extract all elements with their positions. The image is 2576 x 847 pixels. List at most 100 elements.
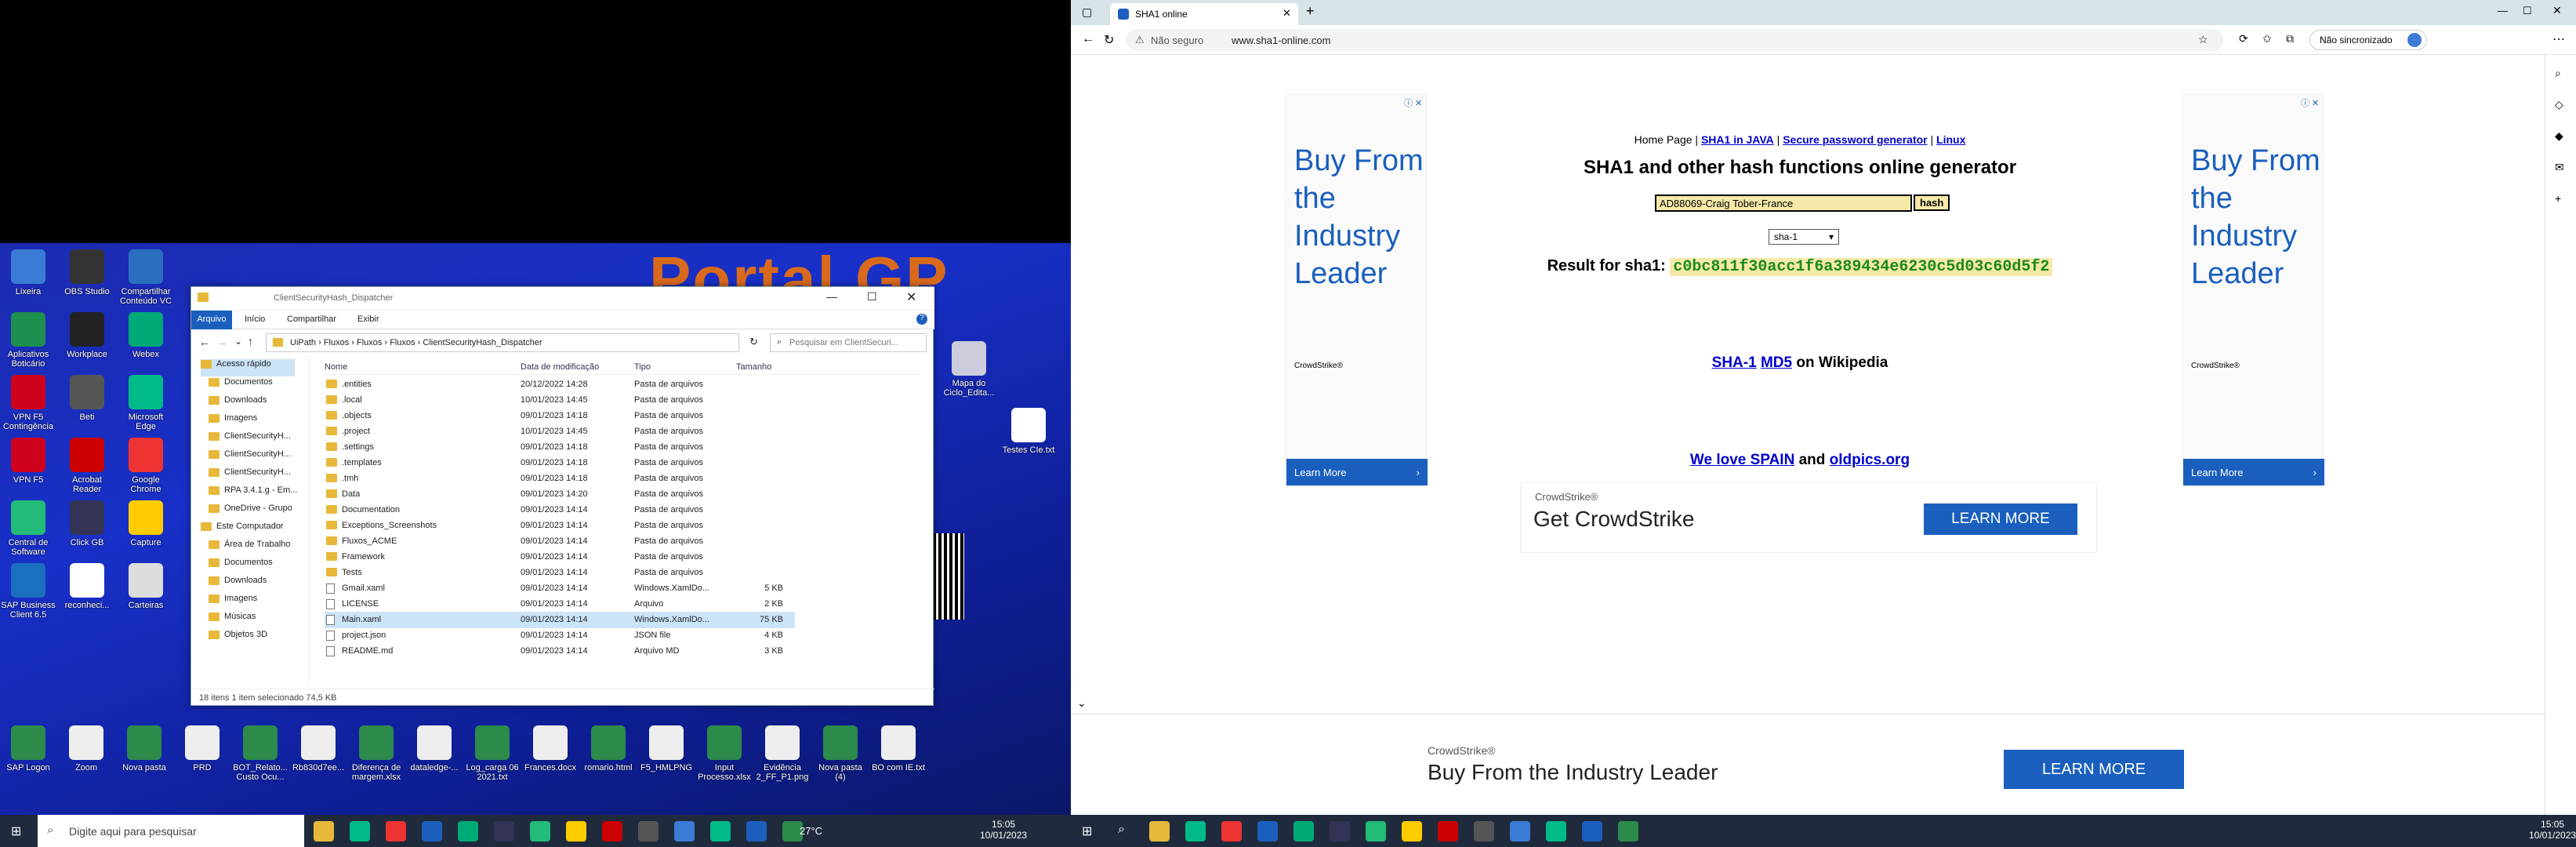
taskbar-app-icon[interactable] [1257, 821, 1278, 842]
nav-item[interactable]: RPA 3.4.1.g - Em... [209, 485, 297, 503]
security-label[interactable]: Não seguro [1151, 35, 1203, 46]
file-row[interactable]: project.json 09/01/2023 14:14 JSON file 4 K… [325, 627, 795, 644]
weather-text[interactable]: 27°C [800, 825, 822, 837]
side-ad-right[interactable]: ⓘ ✕ Buy From the Industry Leader CrowdSt… [2182, 94, 2324, 486]
learn-more-button[interactable]: Learn More › [2183, 459, 2324, 485]
file-row[interactable]: .templates 09/01/2023 14:18 Pasta de arqui… [325, 455, 795, 471]
new-tab-button[interactable]: + [1306, 3, 1315, 20]
file-row[interactable]: Tests 09/01/2023 14:14 Pasta de arquivos [325, 565, 795, 581]
taskbar-search[interactable]: ⌕ Digite aqui para pesquisar [38, 815, 304, 847]
desktop-icon[interactable]: Click GB [59, 500, 115, 547]
nav-item[interactable]: Objetos 3D [209, 630, 267, 647]
password-generator-link[interactable]: Secure password generator [1783, 133, 1927, 146]
taskbar-app-icon[interactable] [1474, 821, 1494, 842]
column-type[interactable]: Tipo [634, 362, 651, 372]
maximize-button[interactable]: ☐ [2523, 5, 2532, 17]
taskbar-app-icon[interactable] [1510, 821, 1530, 842]
tab-arquivo[interactable]: Arquivo [191, 311, 232, 329]
desktop-icon[interactable]: Microsoft Edge [118, 375, 174, 431]
desktop-icon[interactable]: Capture [118, 500, 174, 547]
desktop-icon[interactable]: Testes CIe.txt [1000, 408, 1057, 455]
algorithm-select[interactable]: sha-1 ▾ [1769, 229, 1839, 245]
desktop-icon[interactable]: Aplicativos Boticário [0, 312, 56, 369]
taskbar-app-icon[interactable] [494, 821, 514, 842]
search-icon[interactable]: ⌕ [2555, 67, 2561, 80]
desktop-icon[interactable]: Mapa do Ciclo_Edita... [941, 341, 997, 398]
desktop-icon[interactable]: Beti [59, 375, 115, 422]
desktop-icon[interactable]: Acrobat Reader [59, 438, 115, 494]
file-row[interactable]: README.md 09/01/2023 14:14 Arquivo MD 3 KB [325, 643, 795, 660]
file-row[interactable]: .objects 09/01/2023 14:18 Pasta de arquivo… [325, 408, 795, 424]
search-icon[interactable]: ⌕ [1118, 823, 1125, 837]
taskbar-app-icon[interactable] [602, 821, 622, 842]
taskbar-app-icon[interactable] [530, 821, 550, 842]
desktop-icon[interactable]: BO com IE.txt [870, 725, 927, 772]
md5-wiki-link[interactable]: MD5 [1761, 354, 1792, 371]
desktop-icon[interactable]: OBS Studio [59, 249, 115, 296]
desktop-icon[interactable]: Carteiras [118, 563, 174, 610]
desktop-icon[interactable]: Input Processo.xlsx [696, 725, 753, 782]
adchoices-icon[interactable]: ⓘ ✕ [2301, 96, 2319, 109]
taskbar-app-icon[interactable] [1366, 821, 1386, 842]
url-text[interactable]: www.sha1-online.com [1232, 35, 1330, 46]
breadcrumb-item[interactable]: Fluxos [357, 338, 382, 347]
tag-icon[interactable]: ◇ [2555, 98, 2563, 111]
back-icon[interactable]: ← [1082, 32, 1094, 46]
taskbar-app-icon[interactable] [1582, 821, 1602, 842]
desktop-icon[interactable]: PRD [174, 725, 230, 772]
taskbar-app-icon[interactable] [422, 821, 442, 842]
column-name[interactable]: Nome [325, 362, 347, 372]
file-row[interactable]: Documentation 09/01/2023 14:14 Pasta de ar… [325, 502, 795, 518]
taskbar-app-icon[interactable] [1293, 821, 1314, 842]
taskbar-app-icon[interactable] [1618, 821, 1638, 842]
hash-input[interactable]: AD88069-Craig Tober-France [1655, 194, 1912, 212]
desktop-icon[interactable]: Workplace [59, 312, 115, 359]
address-bar[interactable]: UiPath › Fluxos › Fluxos › Fluxos › Clie… [266, 333, 739, 352]
desktop-icon[interactable]: Evidência 2_FF_P1.png [754, 725, 811, 782]
nav-item[interactable]: Área de Trabalho [209, 540, 290, 557]
file-row[interactable]: .tmh 09/01/2023 14:18 Pasta de arquivos [325, 471, 795, 487]
breadcrumb-item[interactable]: Fluxos [390, 338, 415, 347]
extensions-icon[interactable]: ⟳ [2239, 32, 2248, 45]
windows-start-icon[interactable]: ⊞ [11, 823, 21, 839]
outlook-icon[interactable]: ✉ [2555, 161, 2564, 174]
learn-more-button[interactable]: LEARN MORE [1924, 503, 2077, 535]
nav-item[interactable]: Imagens [209, 594, 257, 611]
tab-compartilhar[interactable]: Compartilhar [287, 314, 336, 324]
adchoices-icon[interactable]: ⓘ ✕ [1404, 96, 1422, 109]
file-row[interactable]: Data 09/01/2023 14:20 Pasta de arquivos [325, 486, 795, 503]
nav-item[interactable]: Imagens [209, 413, 257, 431]
sha1-wiki-link[interactable]: SHA-1 [1712, 354, 1757, 371]
desktop-icon[interactable]: Central de Software [0, 500, 56, 557]
clock[interactable]: 15:05 10/01/2023 [2529, 819, 2576, 841]
address-bar[interactable]: ⚠ Não seguro www.sha1-online.com ☆ [1126, 29, 2223, 51]
breadcrumb-item[interactable]: Fluxos [324, 338, 349, 347]
refresh-icon[interactable]: ↻ [749, 336, 758, 348]
help-icon[interactable]: ? [916, 314, 927, 325]
close-tab-icon[interactable]: ✕ [1283, 7, 1291, 20]
more-icon[interactable]: ⋯ [2552, 31, 2565, 47]
file-row[interactable]: LICENSE 09/01/2023 14:14 Arquivo 2 KB [325, 596, 795, 613]
desktop-icon[interactable]: Rb830d7ee... [290, 725, 346, 772]
taskbar-app-icon[interactable] [638, 821, 659, 842]
bottom-ad[interactable]: CrowdStrike® Buy From the Industry Leade… [1071, 714, 2545, 816]
file-row[interactable]: Fluxos_ACME 09/01/2023 14:14 Pasta de arqu… [325, 533, 795, 550]
column-date[interactable]: Data de modificação [521, 362, 599, 372]
learn-more-button[interactable]: Learn More › [1286, 459, 1428, 485]
refresh-icon[interactable]: ↻ [1104, 32, 1114, 48]
desktop-icon[interactable]: BOT_Relato... Custo Ocu... [232, 725, 288, 782]
breadcrumb-item[interactable]: UiPath [290, 338, 316, 347]
column-size[interactable]: Tamanho [736, 362, 771, 372]
taskbar-app-icon[interactable] [746, 821, 767, 842]
linux-link[interactable]: Linux [1936, 133, 1965, 146]
taskbar-app-icon[interactable] [1402, 821, 1422, 842]
oldpics-link[interactable]: oldpics.org [1830, 452, 1910, 468]
windows-start-icon[interactable]: ⊞ [1082, 823, 1092, 839]
desktop-icon[interactable]: SAP Logon [0, 725, 56, 772]
window-menu-icon[interactable]: ▢ [1082, 5, 1092, 19]
taskbar-app-icon[interactable] [350, 821, 370, 842]
desktop-icon[interactable]: Frances.docx [522, 725, 579, 772]
office-icon[interactable]: ◆ [2555, 129, 2563, 143]
warning-icon[interactable]: ⚠ [1135, 34, 1145, 46]
taskbar-app-icon[interactable] [1185, 821, 1206, 842]
